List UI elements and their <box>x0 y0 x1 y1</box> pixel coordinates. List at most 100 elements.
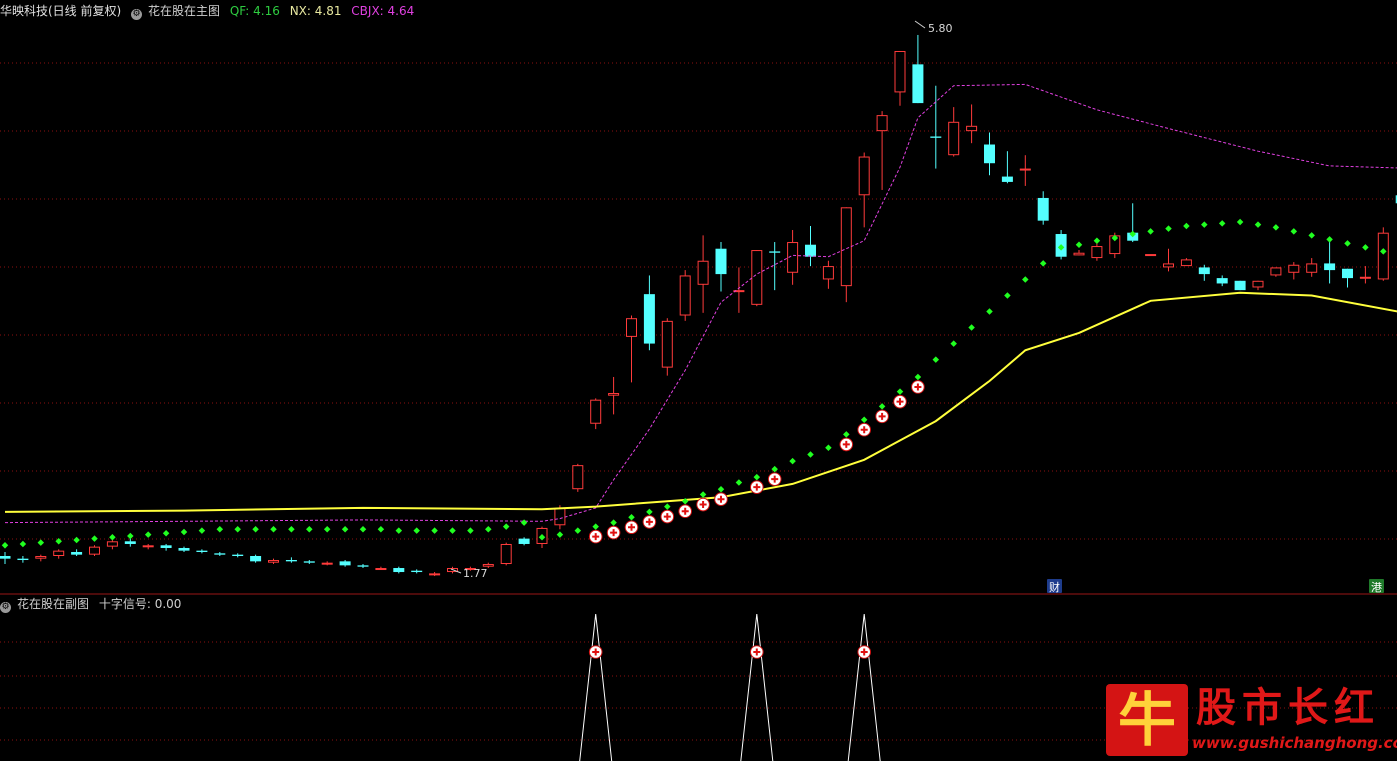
candle <box>1324 242 1336 284</box>
green-dot <box>144 531 152 538</box>
candle <box>697 235 709 313</box>
candle <box>303 560 315 565</box>
green-dot <box>467 527 474 534</box>
cross-signal-icon <box>588 645 603 659</box>
green-dot <box>1 542 9 549</box>
green-dot <box>753 473 761 481</box>
cai-marker-text: 财 <box>1049 580 1060 594</box>
candle-body <box>966 125 978 132</box>
candle <box>1216 275 1228 287</box>
green-dot <box>843 431 850 438</box>
signal-spike <box>740 613 774 761</box>
candle-body <box>1037 197 1049 221</box>
candle <box>518 537 530 546</box>
candle-body <box>482 564 494 567</box>
candle <box>894 50 906 106</box>
candle <box>1019 155 1031 186</box>
candle-body <box>339 561 351 566</box>
candle-body <box>71 551 83 555</box>
candle <box>17 556 29 563</box>
green-dot <box>1344 240 1351 247</box>
green-dot <box>413 527 420 534</box>
green-dot <box>825 444 832 452</box>
candle-body <box>1145 254 1157 257</box>
candle <box>822 260 834 289</box>
candle-body <box>142 545 154 548</box>
green-dot <box>359 526 367 533</box>
candle <box>876 111 888 190</box>
candle-body <box>643 294 655 344</box>
green-dot <box>449 527 456 534</box>
candle-body <box>554 507 566 526</box>
stock-name: 华映科技(日线 前复权) <box>0 4 122 18</box>
candle <box>1145 254 1157 257</box>
candle-body <box>661 320 673 368</box>
cross-signal-icon <box>642 515 657 529</box>
candle-body <box>429 573 441 576</box>
candle-body <box>1216 278 1228 284</box>
green-dot <box>878 403 886 410</box>
green-dot <box>556 531 564 538</box>
settings-icon[interactable]: ⚙ <box>0 602 11 613</box>
green-dot <box>127 532 134 540</box>
green-dot <box>1039 260 1047 267</box>
green-dot <box>1183 222 1190 230</box>
candle-body <box>268 560 279 563</box>
purple-dashed-line <box>4 83 1397 524</box>
grid-lines <box>0 62 1397 741</box>
candle-body <box>948 121 960 156</box>
watermark-url: www.gushichanghong.com <box>1192 734 1397 752</box>
cross-signal-icon <box>660 509 675 524</box>
candle-body <box>1073 252 1085 256</box>
candle-body <box>1270 267 1282 276</box>
candle <box>930 85 942 169</box>
candle <box>124 538 136 547</box>
candle <box>1001 151 1013 184</box>
green-dot <box>395 527 403 534</box>
candle <box>1288 262 1300 280</box>
green-dot <box>1147 228 1154 235</box>
candle <box>966 104 978 144</box>
candle-body <box>250 556 262 562</box>
candle <box>142 543 154 550</box>
candle <box>1163 248 1174 272</box>
candle-body <box>160 545 172 548</box>
signal-spike <box>847 613 881 761</box>
watermark-name: 股市长红 <box>1196 684 1380 731</box>
settings-icon[interactable]: ⚙ <box>131 9 143 20</box>
gang-marker[interactable]: 港 <box>1369 579 1384 594</box>
green-dot <box>1218 220 1226 227</box>
candle-body <box>876 115 888 132</box>
candle <box>71 549 83 556</box>
candle-body <box>715 248 727 275</box>
chart-canvas: 5.80 1.77 财 港 <box>0 20 1397 761</box>
candle <box>751 250 763 307</box>
candle <box>679 270 691 321</box>
candle <box>590 398 602 430</box>
candle-body <box>232 554 244 556</box>
candle-body <box>751 250 763 305</box>
yellow-line <box>4 291 1397 513</box>
candle-body <box>393 568 405 573</box>
candle-body <box>1288 264 1300 273</box>
candle <box>1342 268 1353 288</box>
candle <box>411 569 423 574</box>
candle <box>1234 280 1246 291</box>
green-dot <box>198 527 206 534</box>
candle-body <box>1091 246 1103 259</box>
candle-body <box>1377 232 1389 280</box>
signal-spike <box>579 613 613 761</box>
cai-marker[interactable]: 财 <box>1047 579 1062 594</box>
candle-body <box>805 244 816 257</box>
candle <box>250 554 262 563</box>
green-dot <box>968 324 975 331</box>
candle-series <box>0 34 1397 577</box>
green-dot <box>341 526 349 533</box>
candle-body <box>89 546 100 555</box>
green-dot <box>699 491 707 498</box>
candle-body <box>321 562 333 565</box>
candle <box>285 557 297 563</box>
green-dot <box>19 540 27 548</box>
candle-body <box>0 556 11 559</box>
green-dot <box>950 340 957 347</box>
